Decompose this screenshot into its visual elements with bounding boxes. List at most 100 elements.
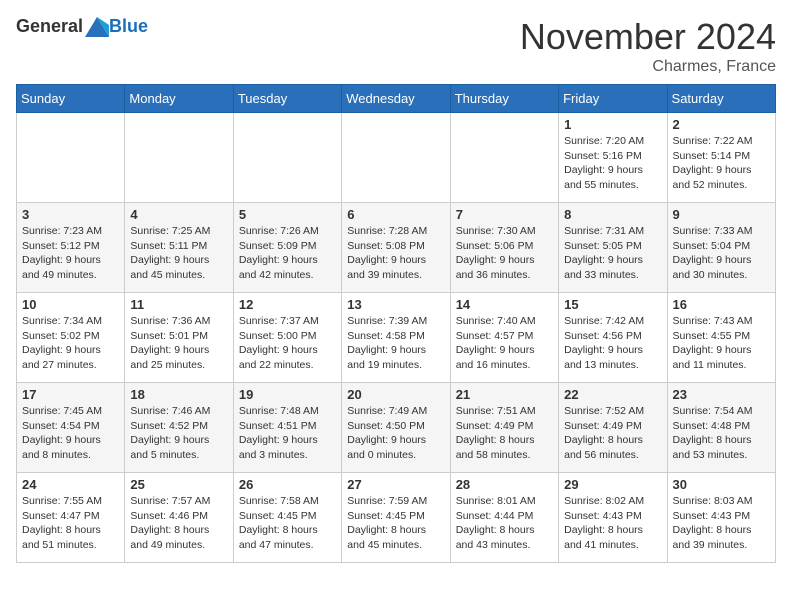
calendar-day: 22Sunrise: 7:52 AM Sunset: 4:49 PM Dayli… [559,383,667,473]
day-info: Sunrise: 7:52 AM Sunset: 4:49 PM Dayligh… [564,404,661,463]
day-number: 4 [130,207,227,222]
day-info: Sunrise: 7:49 AM Sunset: 4:50 PM Dayligh… [347,404,444,463]
day-info: Sunrise: 7:55 AM Sunset: 4:47 PM Dayligh… [22,494,119,553]
weekday-header-tuesday: Tuesday [233,85,341,113]
day-info: Sunrise: 7:25 AM Sunset: 5:11 PM Dayligh… [130,224,227,283]
day-info: Sunrise: 7:36 AM Sunset: 5:01 PM Dayligh… [130,314,227,373]
weekday-header-thursday: Thursday [450,85,558,113]
day-number: 10 [22,297,119,312]
calendar-day: 11Sunrise: 7:36 AM Sunset: 5:01 PM Dayli… [125,293,233,383]
day-info: Sunrise: 7:34 AM Sunset: 5:02 PM Dayligh… [22,314,119,373]
day-info: Sunrise: 7:45 AM Sunset: 4:54 PM Dayligh… [22,404,119,463]
day-number: 13 [347,297,444,312]
calendar-day: 1 Sunrise: 7:20 AM Sunset: 5:16 PM Daylig… [559,113,667,203]
calendar-day: 30 Sunrise: 8:03 AM Sunset: 4:43 PM Dayli… [667,473,775,563]
day-info: Sunrise: 7:31 AM Sunset: 5:05 PM Dayligh… [564,224,661,283]
logo-general-text: General [16,16,83,37]
calendar-day: 13Sunrise: 7:39 AM Sunset: 4:58 PM Dayli… [342,293,450,383]
day-info: Sunrise: 7:26 AM Sunset: 5:09 PM Dayligh… [239,224,336,283]
day-number: 18 [130,387,227,402]
calendar-day: 19 Sunrise: 7:48 AM Sunset: 4:51 PM Dayli… [233,383,341,473]
calendar-day [233,113,341,203]
day-number: 2 [673,117,770,132]
calendar-day: 25 Sunrise: 7:57 AM Sunset: 4:46 PM Dayli… [125,473,233,563]
calendar-week-3: 10 Sunrise: 7:34 AM Sunset: 5:02 PM Dayli… [17,293,776,383]
day-number: 24 [22,477,119,492]
calendar-day: 26 Sunrise: 7:58 AM Sunset: 4:45 PM Dayli… [233,473,341,563]
location: Charmes, France [520,58,776,76]
day-info: Sunrise: 7:57 AM Sunset: 4:46 PM Dayligh… [130,494,227,553]
logo-blue-text: Blue [109,16,148,37]
day-info: Sunrise: 7:54 AM Sunset: 4:48 PM Dayligh… [673,404,770,463]
calendar-header: SundayMondayTuesdayWednesdayThursdayFrid… [17,85,776,113]
calendar-week-4: 17 Sunrise: 7:45 AM Sunset: 4:54 PM Dayli… [17,383,776,473]
day-number: 21 [456,387,553,402]
logo: General Blue [16,16,148,37]
day-info: Sunrise: 7:37 AM Sunset: 5:00 PM Dayligh… [239,314,336,373]
day-info: Sunrise: 7:46 AM Sunset: 4:52 PM Dayligh… [130,404,227,463]
weekday-header-sunday: Sunday [17,85,125,113]
calendar-day [342,113,450,203]
day-number: 25 [130,477,227,492]
calendar-day: 21 Sunrise: 7:51 AM Sunset: 4:49 PM Dayli… [450,383,558,473]
calendar-day: 28Sunrise: 8:01 AM Sunset: 4:44 PM Dayli… [450,473,558,563]
day-number: 30 [673,477,770,492]
weekday-header-saturday: Saturday [667,85,775,113]
day-number: 23 [673,387,770,402]
weekday-header-monday: Monday [125,85,233,113]
calendar-day: 2 Sunrise: 7:22 AM Sunset: 5:14 PM Daylig… [667,113,775,203]
day-info: Sunrise: 7:33 AM Sunset: 5:04 PM Dayligh… [673,224,770,283]
day-info: Sunrise: 7:43 AM Sunset: 4:55 PM Dayligh… [673,314,770,373]
day-info: Sunrise: 7:48 AM Sunset: 4:51 PM Dayligh… [239,404,336,463]
day-number: 26 [239,477,336,492]
page-header: General Blue November 2024 Charmes, Fran… [16,16,776,76]
calendar-body: 1 Sunrise: 7:20 AM Sunset: 5:16 PM Daylig… [17,113,776,563]
day-info: Sunrise: 7:23 AM Sunset: 5:12 PM Dayligh… [22,224,119,283]
day-number: 12 [239,297,336,312]
day-number: 1 [564,117,661,132]
calendar-day: 12 Sunrise: 7:37 AM Sunset: 5:00 PM Dayli… [233,293,341,383]
weekday-header-friday: Friday [559,85,667,113]
day-info: Sunrise: 8:02 AM Sunset: 4:43 PM Dayligh… [564,494,661,553]
month-title: November 2024 [520,16,776,58]
day-number: 8 [564,207,661,222]
day-number: 3 [22,207,119,222]
day-info: Sunrise: 7:28 AM Sunset: 5:08 PM Dayligh… [347,224,444,283]
logo-icon [85,17,109,37]
weekday-header-wednesday: Wednesday [342,85,450,113]
day-number: 19 [239,387,336,402]
calendar-day: 27Sunrise: 7:59 AM Sunset: 4:45 PM Dayli… [342,473,450,563]
calendar-week-5: 24 Sunrise: 7:55 AM Sunset: 4:47 PM Dayli… [17,473,776,563]
day-number: 7 [456,207,553,222]
calendar-day: 6 Sunrise: 7:28 AM Sunset: 5:08 PM Daylig… [342,203,450,293]
title-block: November 2024 Charmes, France [520,16,776,76]
calendar-day: 18 Sunrise: 7:46 AM Sunset: 4:52 PM Dayli… [125,383,233,473]
calendar-day: 3 Sunrise: 7:23 AM Sunset: 5:12 PM Daylig… [17,203,125,293]
day-info: Sunrise: 7:51 AM Sunset: 4:49 PM Dayligh… [456,404,553,463]
day-info: Sunrise: 7:20 AM Sunset: 5:16 PM Dayligh… [564,134,661,193]
day-info: Sunrise: 7:40 AM Sunset: 4:57 PM Dayligh… [456,314,553,373]
calendar-day: 20 Sunrise: 7:49 AM Sunset: 4:50 PM Dayli… [342,383,450,473]
day-number: 17 [22,387,119,402]
calendar-day [450,113,558,203]
day-info: Sunrise: 8:03 AM Sunset: 4:43 PM Dayligh… [673,494,770,553]
calendar-day: 17 Sunrise: 7:45 AM Sunset: 4:54 PM Dayli… [17,383,125,473]
calendar-week-2: 3 Sunrise: 7:23 AM Sunset: 5:12 PM Daylig… [17,203,776,293]
day-number: 20 [347,387,444,402]
calendar-day: 23 Sunrise: 7:54 AM Sunset: 4:48 PM Dayli… [667,383,775,473]
day-number: 9 [673,207,770,222]
calendar-week-1: 1 Sunrise: 7:20 AM Sunset: 5:16 PM Daylig… [17,113,776,203]
day-number: 16 [673,297,770,312]
calendar-day: 15Sunrise: 7:42 AM Sunset: 4:56 PM Dayli… [559,293,667,383]
day-number: 27 [347,477,444,492]
calendar-day: 8 Sunrise: 7:31 AM Sunset: 5:05 PM Daylig… [559,203,667,293]
calendar-day: 24 Sunrise: 7:55 AM Sunset: 4:47 PM Dayli… [17,473,125,563]
calendar-day: 7Sunrise: 7:30 AM Sunset: 5:06 PM Daylig… [450,203,558,293]
calendar-day: 4 Sunrise: 7:25 AM Sunset: 5:11 PM Daylig… [125,203,233,293]
day-info: Sunrise: 8:01 AM Sunset: 4:44 PM Dayligh… [456,494,553,553]
day-number: 6 [347,207,444,222]
day-info: Sunrise: 7:22 AM Sunset: 5:14 PM Dayligh… [673,134,770,193]
day-info: Sunrise: 7:58 AM Sunset: 4:45 PM Dayligh… [239,494,336,553]
day-number: 5 [239,207,336,222]
day-number: 29 [564,477,661,492]
